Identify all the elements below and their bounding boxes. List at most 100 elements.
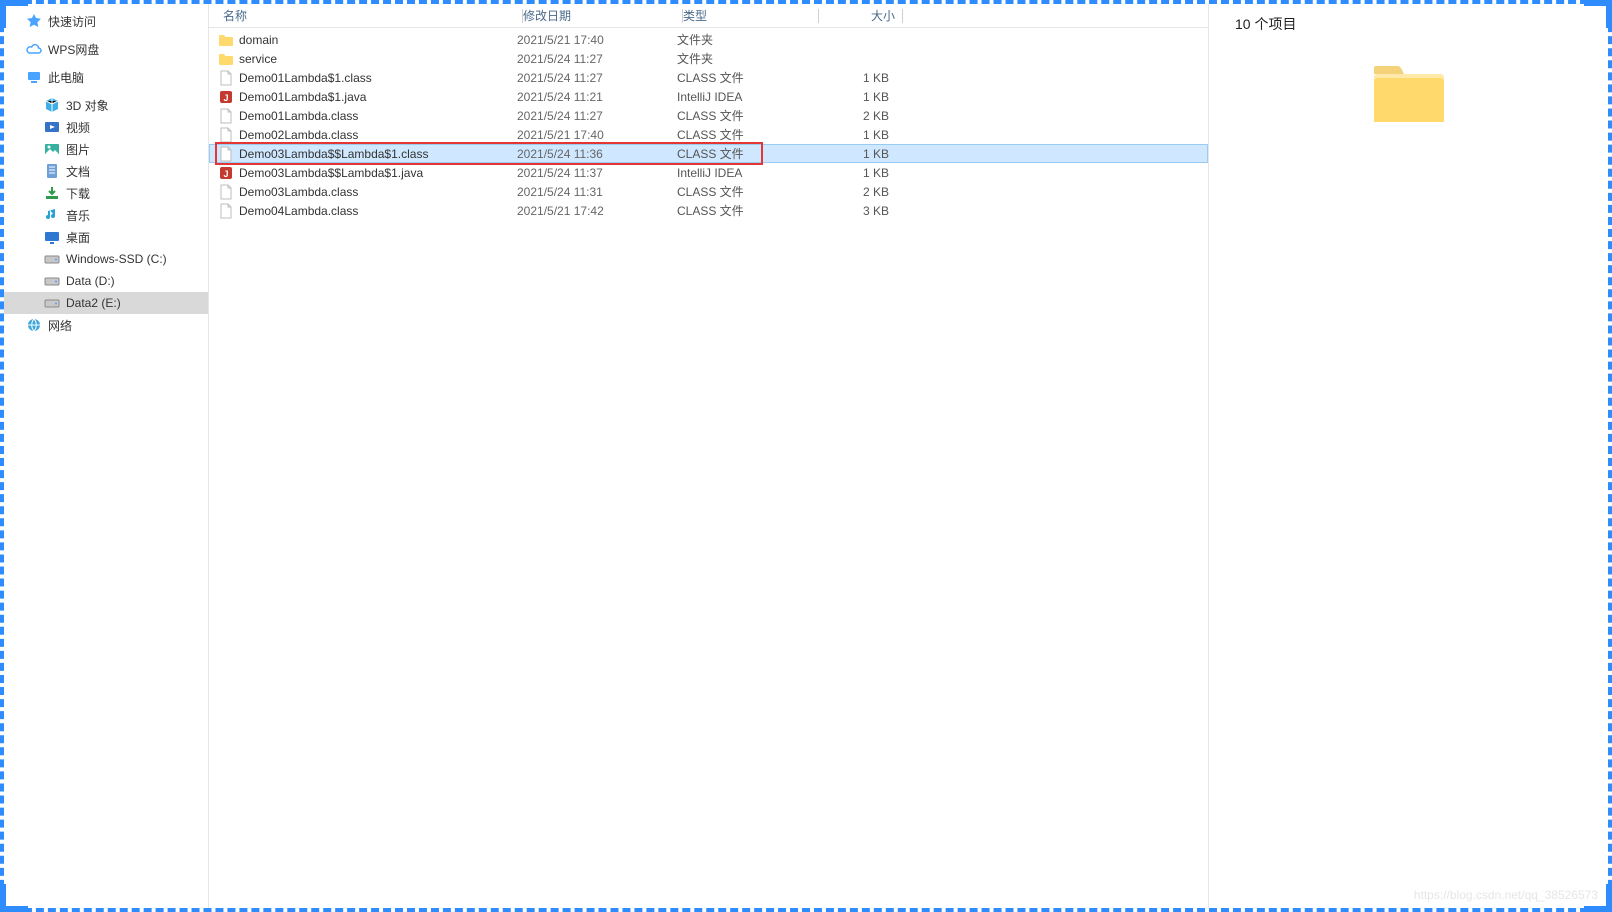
tree-item-label: 桌面 bbox=[66, 229, 90, 246]
file-name: Demo02Lambda.class bbox=[239, 128, 517, 142]
file-row[interactable]: Demo02Lambda.class2021/5/21 17:40CLASS 文… bbox=[209, 125, 1208, 144]
tree-item-label: 图片 bbox=[66, 141, 90, 158]
file-row[interactable]: Demo04Lambda.class2021/5/21 17:42CLASS 文… bbox=[209, 201, 1208, 220]
file-row[interactable]: Demo01Lambda$1.class2021/5/24 11:27CLASS… bbox=[209, 68, 1208, 87]
file-size: 1 KB bbox=[813, 71, 897, 85]
drive-icon bbox=[44, 251, 60, 267]
tree-item-label: 下载 bbox=[66, 185, 90, 202]
navigation-tree[interactable]: 快速访问 WPS网盘此电脑 3D 对象视频图片文档下载音乐桌面 Windows-SSD… bbox=[4, 4, 209, 908]
tree-item[interactable]: Windows-SSD (C:) bbox=[4, 248, 208, 270]
file-icon bbox=[217, 70, 235, 86]
java-icon: J bbox=[217, 165, 235, 181]
selection-corner bbox=[1606, 884, 1612, 912]
file-name: Demo03Lambda$$Lambda$1.class bbox=[239, 147, 517, 161]
file-list[interactable]: domain2021/5/21 17:40文件夹service2021/5/24… bbox=[209, 28, 1208, 908]
column-separator[interactable] bbox=[902, 9, 903, 23]
download-icon bbox=[44, 185, 60, 201]
file-modified: 2021/5/21 17:40 bbox=[517, 33, 677, 47]
file-name: domain bbox=[239, 33, 517, 47]
file-type: CLASS 文件 bbox=[677, 107, 813, 124]
file-modified: 2021/5/24 11:27 bbox=[517, 109, 677, 123]
cloud-icon bbox=[26, 41, 42, 57]
file-name: Demo03Lambda.class bbox=[239, 185, 517, 199]
tree-item[interactable]: 此电脑 bbox=[4, 66, 208, 88]
file-icon bbox=[217, 184, 235, 200]
file-size: 1 KB bbox=[813, 90, 897, 104]
tree-item[interactable]: 网络 bbox=[4, 314, 208, 336]
tree-item-label: 此电脑 bbox=[48, 69, 84, 86]
pic-icon bbox=[44, 141, 60, 157]
svg-text:J: J bbox=[223, 93, 228, 103]
file-name: Demo01Lambda.class bbox=[239, 109, 517, 123]
folder-icon bbox=[217, 51, 235, 67]
file-modified: 2021/5/21 17:42 bbox=[517, 204, 677, 218]
drive-icon bbox=[44, 295, 60, 311]
file-modified: 2021/5/24 11:21 bbox=[517, 90, 677, 104]
tree-item[interactable]: 快速访问 bbox=[4, 10, 208, 32]
tree-item-label: 音乐 bbox=[66, 207, 90, 224]
tree-item[interactable]: 视频 bbox=[4, 116, 208, 138]
file-name: Demo04Lambda.class bbox=[239, 204, 517, 218]
folder-icon bbox=[217, 32, 235, 48]
column-size-header[interactable]: 大小 bbox=[819, 7, 903, 24]
tree-item[interactable]: Data2 (E:) bbox=[4, 292, 208, 314]
tree-item[interactable]: 下载 bbox=[4, 182, 208, 204]
file-icon bbox=[217, 127, 235, 143]
tree-item[interactable]: 3D 对象 bbox=[4, 94, 208, 116]
column-modified-header[interactable]: 修改日期 bbox=[523, 7, 683, 24]
file-type: 文件夹 bbox=[677, 50, 813, 67]
file-type: CLASS 文件 bbox=[677, 126, 813, 143]
file-modified: 2021/5/24 11:36 bbox=[517, 147, 677, 161]
tree-item-label: Data (D:) bbox=[66, 274, 115, 288]
file-list-pane: 名称 修改日期 类型 大小 domain2021/5/21 17:40文件夹se… bbox=[209, 4, 1208, 908]
tree-item[interactable]: 桌面 bbox=[4, 226, 208, 248]
file-modified: 2021/5/21 17:40 bbox=[517, 128, 677, 142]
column-header-row: 名称 修改日期 类型 大小 bbox=[209, 4, 1208, 28]
file-name: service bbox=[239, 52, 517, 66]
file-row[interactable]: Demo03Lambda$$Lambda$1.class2021/5/24 11… bbox=[209, 144, 1208, 163]
pc-icon bbox=[26, 69, 42, 85]
file-size: 1 KB bbox=[813, 147, 897, 161]
preview-pane: 10 个项目 bbox=[1208, 4, 1608, 908]
column-type-header[interactable]: 类型 bbox=[683, 7, 819, 24]
file-size: 1 KB bbox=[813, 128, 897, 142]
file-type: 文件夹 bbox=[677, 31, 813, 48]
selection-corner bbox=[1606, 0, 1612, 28]
main-area: 快速访问 WPS网盘此电脑 3D 对象视频图片文档下载音乐桌面 Windows-SSD… bbox=[4, 4, 1608, 908]
file-icon bbox=[217, 108, 235, 124]
tree-item[interactable]: 音乐 bbox=[4, 204, 208, 226]
file-row[interactable]: JDemo03Lambda$$Lambda$1.java2021/5/24 11… bbox=[209, 163, 1208, 182]
file-row[interactable]: JDemo01Lambda$1.java2021/5/24 11:21Intel… bbox=[209, 87, 1208, 106]
tree-item-label: 网络 bbox=[48, 317, 72, 334]
selection-corner bbox=[0, 0, 6, 28]
file-modified: 2021/5/24 11:31 bbox=[517, 185, 677, 199]
column-name-header[interactable]: 名称 bbox=[223, 7, 523, 24]
file-modified: 2021/5/24 11:27 bbox=[517, 71, 677, 85]
file-size: 2 KB bbox=[813, 109, 897, 123]
tree-item[interactable]: 文档 bbox=[4, 160, 208, 182]
file-icon bbox=[217, 146, 235, 162]
tree-item-label: 3D 对象 bbox=[66, 97, 109, 114]
file-explorer-window: 快速访问 WPS网盘此电脑 3D 对象视频图片文档下载音乐桌面 Windows-SSD… bbox=[0, 0, 1612, 912]
cube-icon bbox=[44, 97, 60, 113]
item-count-label: 10 个项目 bbox=[1235, 14, 1296, 34]
music-icon bbox=[44, 207, 60, 223]
tree-item-label: Data2 (E:) bbox=[66, 296, 121, 310]
file-icon bbox=[217, 203, 235, 219]
file-row[interactable]: Demo01Lambda.class2021/5/24 11:27CLASS 文… bbox=[209, 106, 1208, 125]
tree-item[interactable]: WPS网盘 bbox=[4, 38, 208, 60]
tree-item[interactable]: Data (D:) bbox=[4, 270, 208, 292]
desktop-icon bbox=[44, 229, 60, 245]
java-icon: J bbox=[217, 89, 235, 105]
file-name: Demo01Lambda$1.class bbox=[239, 71, 517, 85]
file-row[interactable]: Demo03Lambda.class2021/5/24 11:31CLASS 文… bbox=[209, 182, 1208, 201]
star-icon bbox=[26, 13, 42, 29]
file-row[interactable]: domain2021/5/21 17:40文件夹 bbox=[209, 30, 1208, 49]
file-row[interactable]: service2021/5/24 11:27文件夹 bbox=[209, 49, 1208, 68]
net-icon bbox=[26, 317, 42, 333]
file-type: CLASS 文件 bbox=[677, 183, 813, 200]
file-size: 1 KB bbox=[813, 166, 897, 180]
svg-text:J: J bbox=[223, 169, 228, 179]
tree-item[interactable]: 图片 bbox=[4, 138, 208, 160]
tree-item-label: WPS网盘 bbox=[48, 41, 99, 58]
